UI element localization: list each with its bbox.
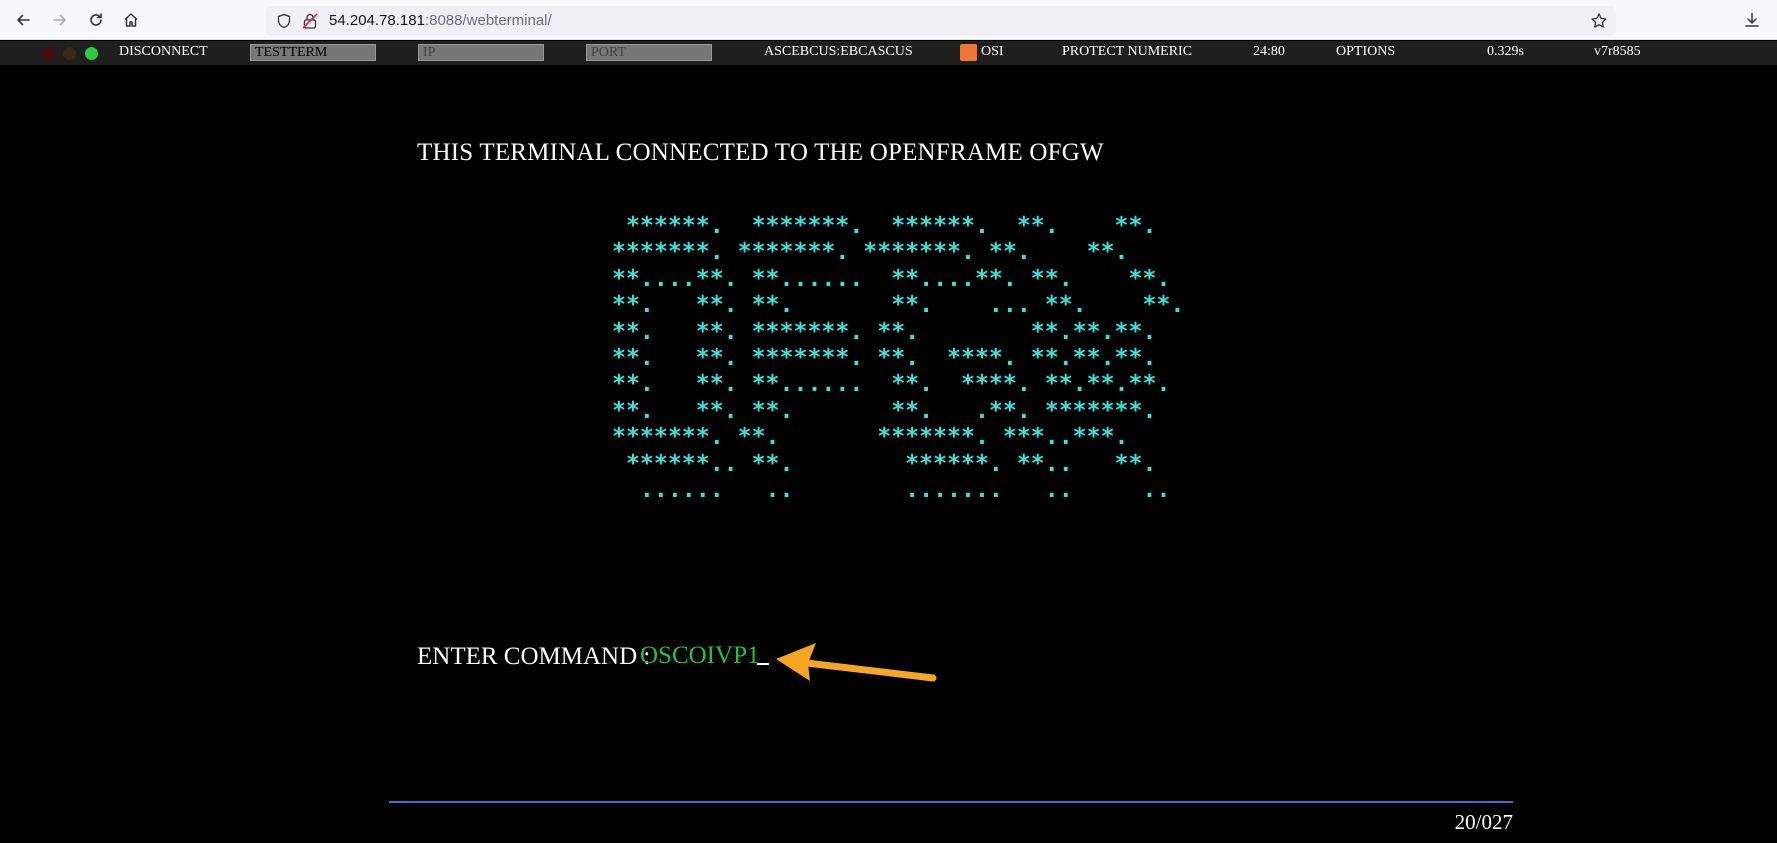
bookmark-star-icon[interactable] [1590, 12, 1608, 30]
codepage-button[interactable]: ASCEBCUS:EBCASCUS [764, 44, 913, 60]
status-light-yellow-icon [63, 47, 76, 60]
url-bar[interactable]: 54.204.78.181:8088/webterminal/ [266, 6, 1616, 36]
home-icon[interactable] [119, 8, 143, 32]
port-field[interactable] [586, 44, 712, 61]
download-icon[interactable] [1740, 8, 1764, 32]
protect-numeric-toggle[interactable]: PROTECT NUMERIC [1062, 44, 1192, 60]
shield-icon[interactable] [276, 13, 292, 29]
version-label: v7r8585 [1594, 44, 1641, 59]
terminal-name-field[interactable] [250, 44, 376, 61]
options-button[interactable]: OPTIONS [1336, 44, 1395, 60]
status-divider [389, 801, 1513, 803]
disconnect-button[interactable]: DISCONNECT [119, 44, 208, 60]
insecure-lock-icon[interactable] [301, 12, 319, 30]
back-arrow-icon[interactable] [11, 8, 35, 32]
response-time: 0.329s [1487, 44, 1524, 59]
screen-size-label: 24:80 [1253, 44, 1285, 59]
url-path: :8088/webterminal/ [424, 12, 552, 29]
status-light-red-icon [42, 47, 55, 60]
status-light-green-icon [85, 47, 98, 60]
connection-banner: THIS TERMINAL CONNECTED TO THE OPENFRAME… [417, 139, 1104, 166]
terminal-toolbar: DISCONNECT ASCEBCUS:EBCASCUS OSI PROTECT… [0, 41, 1777, 65]
reload-icon[interactable] [84, 8, 108, 32]
text-cursor [757, 663, 769, 665]
url-text[interactable]: 54.204.78.181:8088/webterminal/ [329, 12, 552, 29]
cursor-position: 20/027 [1454, 810, 1513, 834]
browser-toolbar: 54.204.78.181:8088/webterminal/ [0, 0, 1777, 40]
terminal-screen[interactable]: THIS TERMINAL CONNECTED TO THE OPENFRAME… [0, 65, 1777, 843]
command-label: ENTER COMMAND : [417, 643, 651, 670]
annotation-arrow-icon [776, 643, 937, 682]
command-input[interactable] [640, 639, 780, 673]
forward-arrow-icon[interactable] [48, 8, 72, 32]
url-host: 54.204.78.181 [329, 12, 425, 29]
ofgw-ascii-logo: ******. *******. ******. **. **. *******… [612, 212, 1185, 504]
system-icon[interactable] [960, 44, 977, 61]
ip-field[interactable] [418, 44, 544, 61]
osi-button[interactable]: OSI [981, 44, 1004, 60]
